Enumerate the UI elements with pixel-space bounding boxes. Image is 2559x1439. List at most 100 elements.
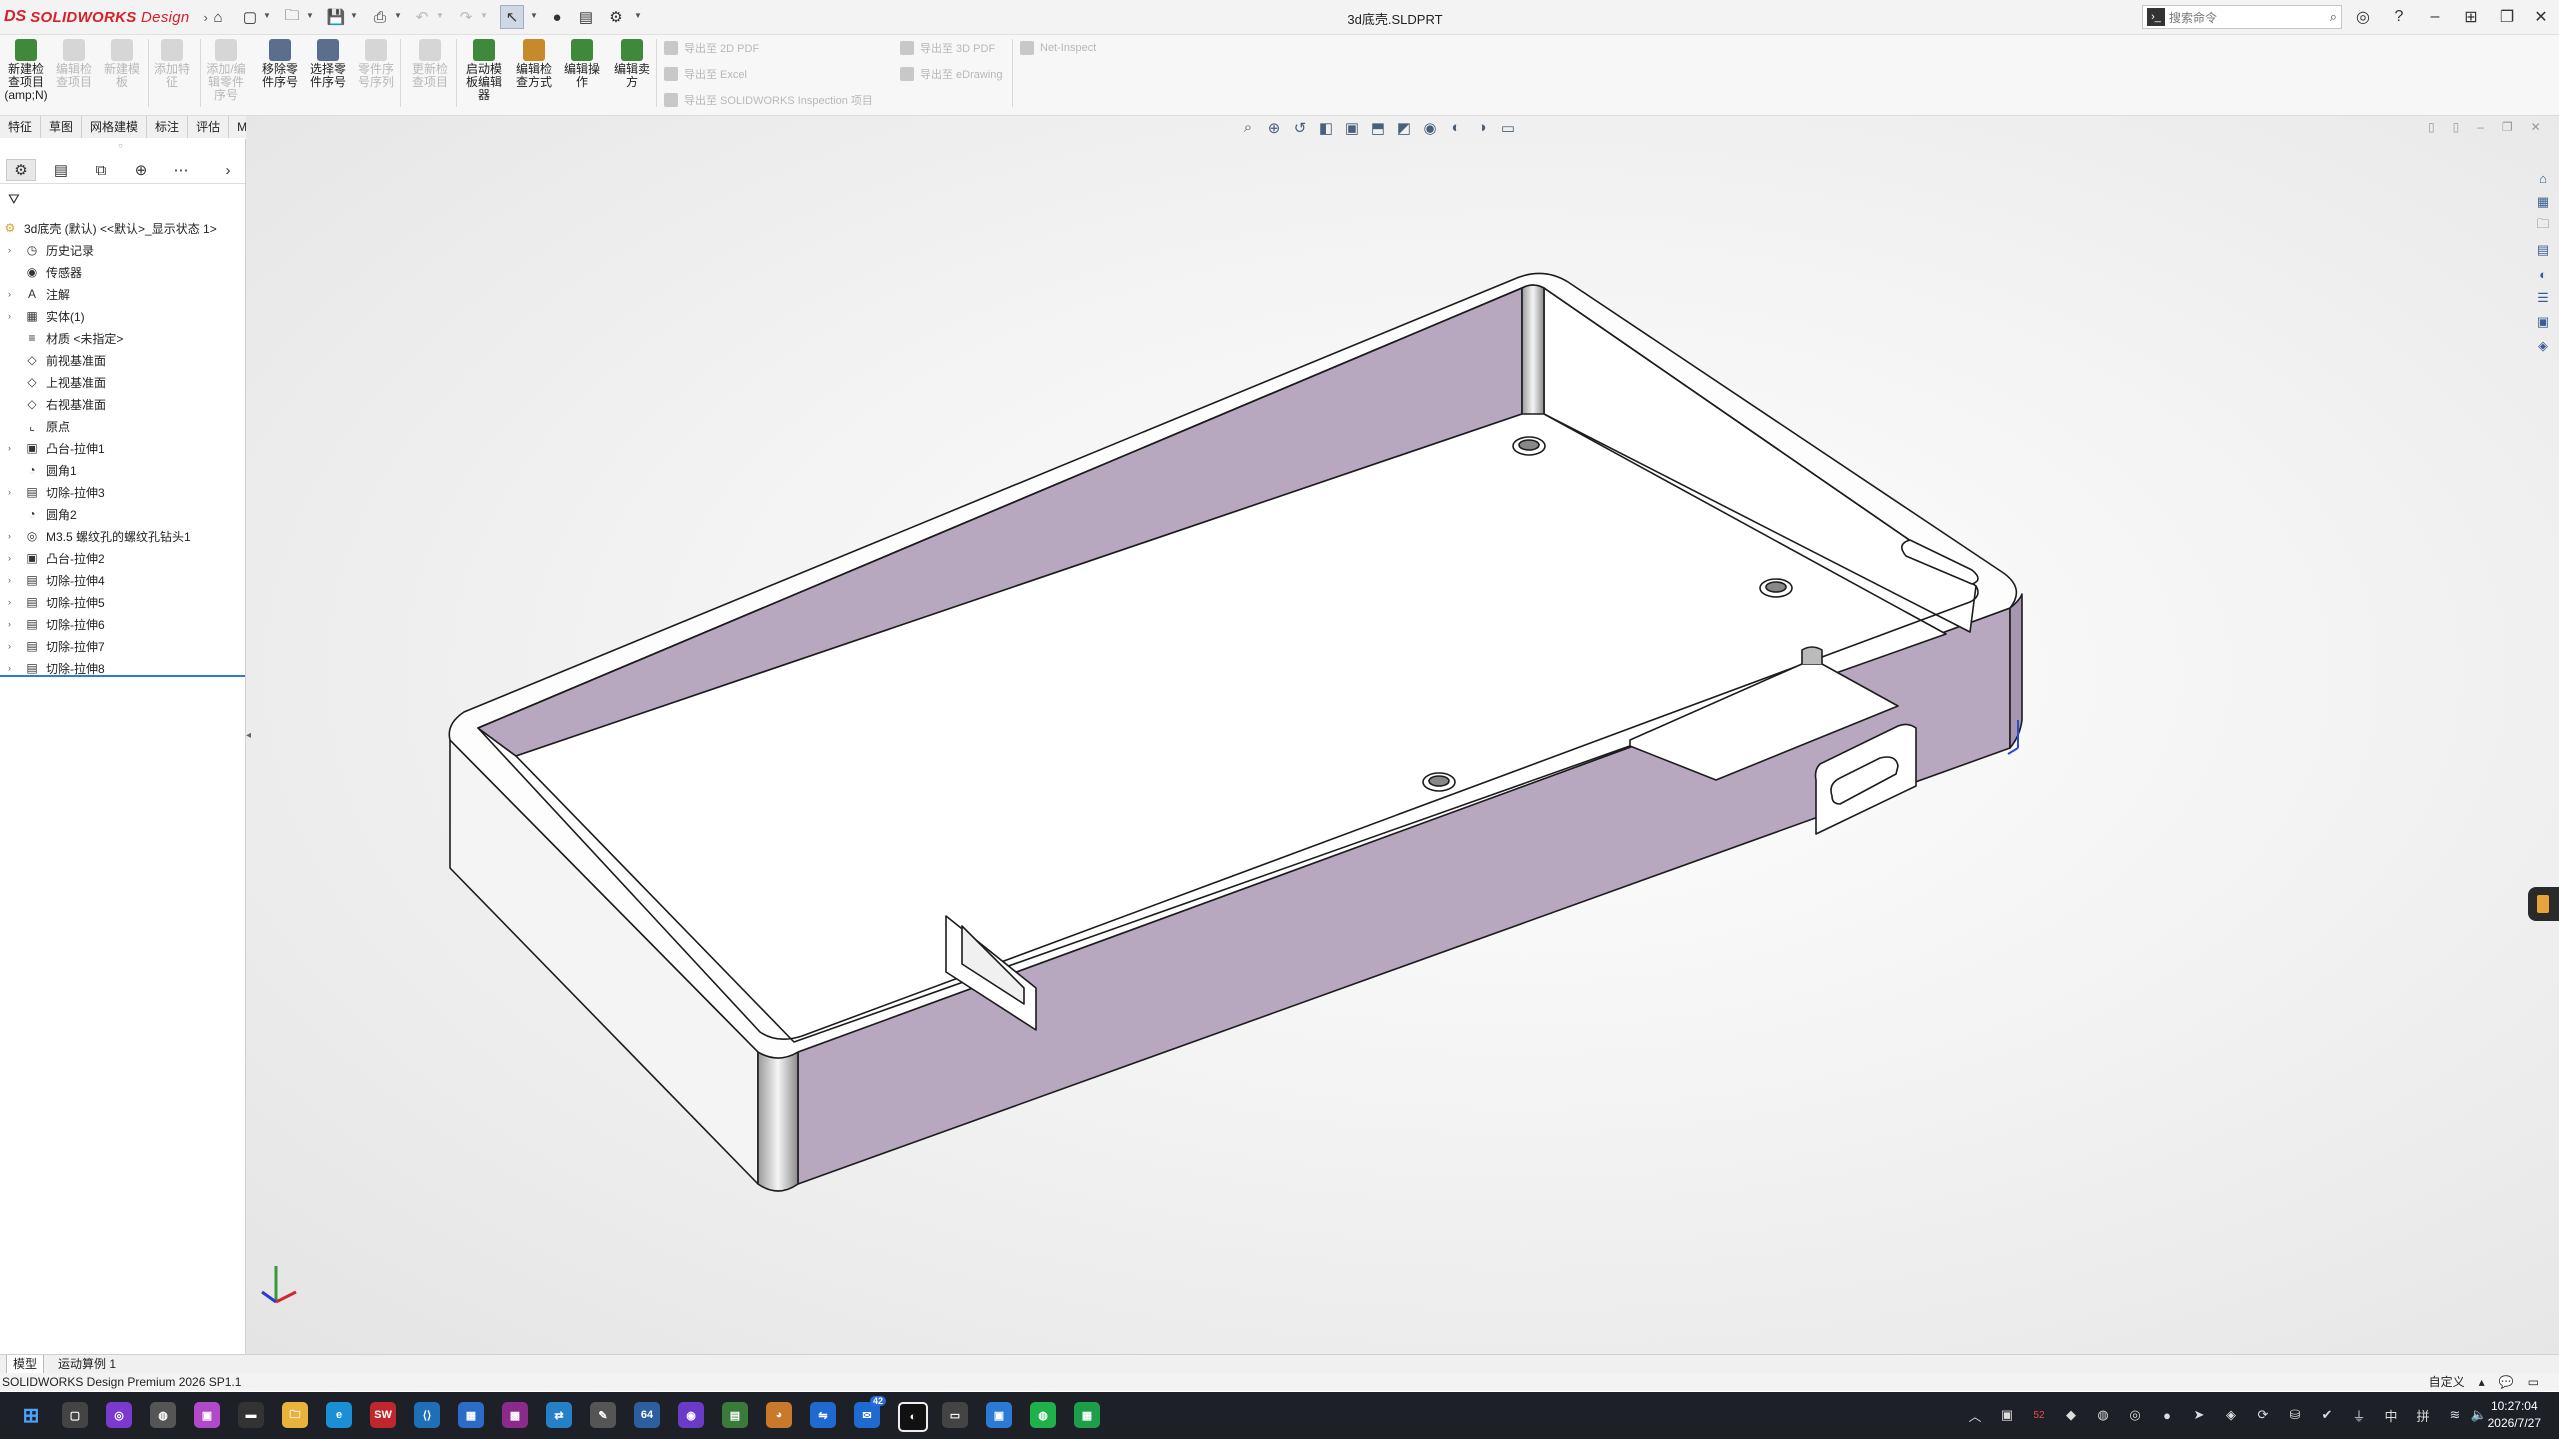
solidworks-taskbar-icon[interactable]: SW	[370, 1402, 396, 1428]
app-violet-icon[interactable]: ◉	[678, 1402, 704, 1428]
redo-dropdown-icon[interactable]: ▼	[480, 11, 488, 20]
network-app-icon[interactable]: ⇄	[546, 1402, 572, 1428]
custom-properties-icon[interactable]: ☰	[2533, 288, 2553, 308]
tray-sync-icon[interactable]: ⟳	[2254, 1406, 2272, 1424]
add-characteristic-button[interactable]: 添加特征	[150, 39, 194, 111]
rollback-bar[interactable]	[0, 675, 245, 677]
viewport-restore-icon[interactable]: ❐	[2502, 120, 2513, 134]
expand-arrow-icon[interactable]: ›	[8, 597, 18, 607]
chat-app-icon[interactable]: ◍	[150, 1402, 176, 1428]
clock[interactable]: 10:27:04 2026/7/27	[2488, 1398, 2541, 1432]
undo-icon[interactable]: ↶	[410, 5, 434, 29]
unit-dropdown-icon[interactable]: ▴	[2479, 1373, 2485, 1391]
expand-arrow-icon[interactable]: ›	[8, 663, 18, 673]
edit-operations-button[interactable]: 编辑操作	[560, 39, 604, 111]
expand-arrow-icon[interactable]: ›	[8, 553, 18, 563]
view-orientation-icon[interactable]: ⬒	[1368, 119, 1388, 137]
viewport-split-icon[interactable]: ▯	[2453, 120, 2460, 134]
remote-app-icon[interactable]: ⇋	[810, 1402, 836, 1428]
home-icon[interactable]: ⌂	[206, 5, 230, 29]
tray-shield-icon[interactable]: ◈	[2222, 1406, 2240, 1424]
notifications-icon[interactable]: 💬	[2499, 1373, 2514, 1391]
vscode-icon[interactable]: ⟨⟩	[414, 1402, 440, 1428]
tray-ime-lang[interactable]: 中	[2382, 1406, 2400, 1424]
wifi-icon[interactable]: ≋	[2446, 1406, 2464, 1424]
solidworks-logo[interactable]: DS SOLIDWORKS Design ›	[4, 6, 208, 28]
game-app-icon[interactable]: ▤	[722, 1402, 748, 1428]
minimize-icon[interactable]: –	[2422, 5, 2448, 29]
mail-app-icon[interactable]: ✉ 42	[854, 1396, 886, 1428]
more-tabs-icon[interactable]: ⋯	[166, 159, 196, 181]
tree-item[interactable]: ◔ 圆角1	[0, 459, 245, 481]
file-explorer-taskbar-icon[interactable]: 🗀	[282, 1402, 308, 1428]
windows-start-icon[interactable]: ⊞	[18, 1402, 44, 1428]
store-icon[interactable]: ▦	[458, 1402, 484, 1428]
expand-arrow-icon[interactable]: ›	[8, 311, 18, 321]
expand-arrow-icon[interactable]: ›	[8, 641, 18, 651]
restore-icon[interactable]: ❐	[2494, 5, 2520, 29]
previous-view-icon[interactable]: ↺	[1290, 119, 1310, 137]
tree-item[interactable]: › ▣ 凸台-拉伸2	[0, 547, 245, 569]
inspection-pane-icon[interactable]: ◈	[2533, 336, 2553, 356]
open-dropdown-icon[interactable]: ▼	[306, 11, 314, 20]
expand-arrow-icon[interactable]: ›	[8, 289, 18, 299]
print-icon[interactable]: ⎙	[368, 5, 392, 29]
filter-icon[interactable]: ⛛	[8, 191, 20, 208]
select-pointer-icon[interactable]: ↖	[500, 5, 524, 29]
select-dropdown-icon[interactable]: ▼	[530, 11, 538, 20]
expand-arrow-icon[interactable]: ›	[8, 443, 18, 453]
viewport-close-icon[interactable]: ✕	[2531, 120, 2541, 134]
appearances-icon[interactable]: ◐	[2533, 264, 2553, 284]
expand-arrow-icon[interactable]: ›	[8, 487, 18, 497]
tray-ime-mode[interactable]: 拼	[2414, 1406, 2432, 1424]
zoom-to-area-icon[interactable]: ⊕	[1264, 119, 1284, 137]
expand-arrow-icon[interactable]: ›	[8, 575, 18, 585]
tray-check-icon[interactable]: ✔	[2318, 1406, 2336, 1424]
export-3d-pdf-button[interactable]: 导出至 3D PDF	[900, 39, 995, 57]
featuremanager-tab-icon[interactable]: ⚙	[6, 159, 36, 181]
balloon-sequence-button[interactable]: 零件序号序列	[354, 39, 398, 111]
update-inspection-project-button[interactable]: 更新检查项目	[408, 39, 452, 111]
tree-item[interactable]: › ▤ 切除-拉伸6	[0, 613, 245, 635]
tree-item[interactable]: › ◎ M3.5 螺纹孔的螺纹孔钻头1	[0, 525, 245, 547]
user-account-icon[interactable]: ◎	[2350, 5, 2376, 29]
tree-item[interactable]: ◇ 上视基准面	[0, 371, 245, 393]
tree-item[interactable]: ⌞ 原点	[0, 415, 245, 437]
remove-balloons-button[interactable]: 移除零件序号	[258, 39, 302, 111]
pen-app-icon[interactable]: ✎	[590, 1402, 616, 1428]
export-2d-pdf-button[interactable]: 导出至 2D PDF	[664, 39, 759, 57]
tablet-app-icon[interactable]: ▬	[238, 1402, 264, 1428]
panel-grip-icon[interactable]: ○	[118, 141, 123, 150]
volume-icon[interactable]: 🔈	[2470, 1406, 2488, 1424]
propertymanager-tab-icon[interactable]: ▤	[46, 159, 76, 181]
search-input[interactable]: 搜索命令	[2169, 9, 2217, 26]
spreadsheet-app-icon[interactable]: ▦	[1074, 1402, 1100, 1428]
solidworks-resources-icon[interactable]: ⌂	[2533, 168, 2553, 188]
view-palette-icon[interactable]: ▤	[2533, 240, 2553, 260]
apply-scene-icon[interactable]: ◑	[1472, 119, 1492, 137]
redo-icon[interactable]: ↷	[454, 5, 478, 29]
photos-app-icon[interactable]: ▣	[194, 1402, 220, 1428]
export-excel-button[interactable]: 导出至 Excel	[664, 65, 747, 83]
tree-item[interactable]: › ▦ 实体(1)	[0, 305, 245, 327]
zoom-to-fit-icon[interactable]: ⌕	[1238, 119, 1258, 137]
tab-3[interactable]: 标注	[147, 116, 189, 138]
qq-app-icon[interactable]: ◐	[898, 1402, 928, 1432]
hide-show-items-icon[interactable]: ◉	[1420, 119, 1440, 137]
file-properties-icon[interactable]: ▤	[574, 5, 598, 29]
edit-appearance-icon[interactable]: ◐	[1446, 119, 1466, 137]
tree-item[interactable]: ◔ 圆角2	[0, 503, 245, 525]
tree-item[interactable]: › ▣ 凸台-拉伸1	[0, 437, 245, 459]
new-inspection-project-button[interactable]: 新建检查项目 (amp;N)	[4, 39, 48, 111]
search-commands[interactable]: ›_ 搜索命令 ⌕	[2142, 5, 2342, 29]
tab-2[interactable]: 网格建模	[82, 116, 148, 138]
edge-browser-icon[interactable]: e	[326, 1402, 352, 1428]
expand-arrow-icon[interactable]: ›	[8, 619, 18, 629]
tray-app-icon[interactable]: ▣	[1998, 1406, 2016, 1424]
dimxpertmanager-tab-icon[interactable]: ⊕	[126, 159, 156, 181]
app-64-icon[interactable]: 64	[634, 1402, 660, 1428]
add-edit-balloons-button[interactable]: 添加/编辑零件序号	[204, 39, 248, 111]
undo-dropdown-icon[interactable]: ▼	[436, 11, 444, 20]
search-icon[interactable]: ⌕	[2330, 9, 2337, 25]
design-library-icon[interactable]: ▦	[2533, 192, 2553, 212]
